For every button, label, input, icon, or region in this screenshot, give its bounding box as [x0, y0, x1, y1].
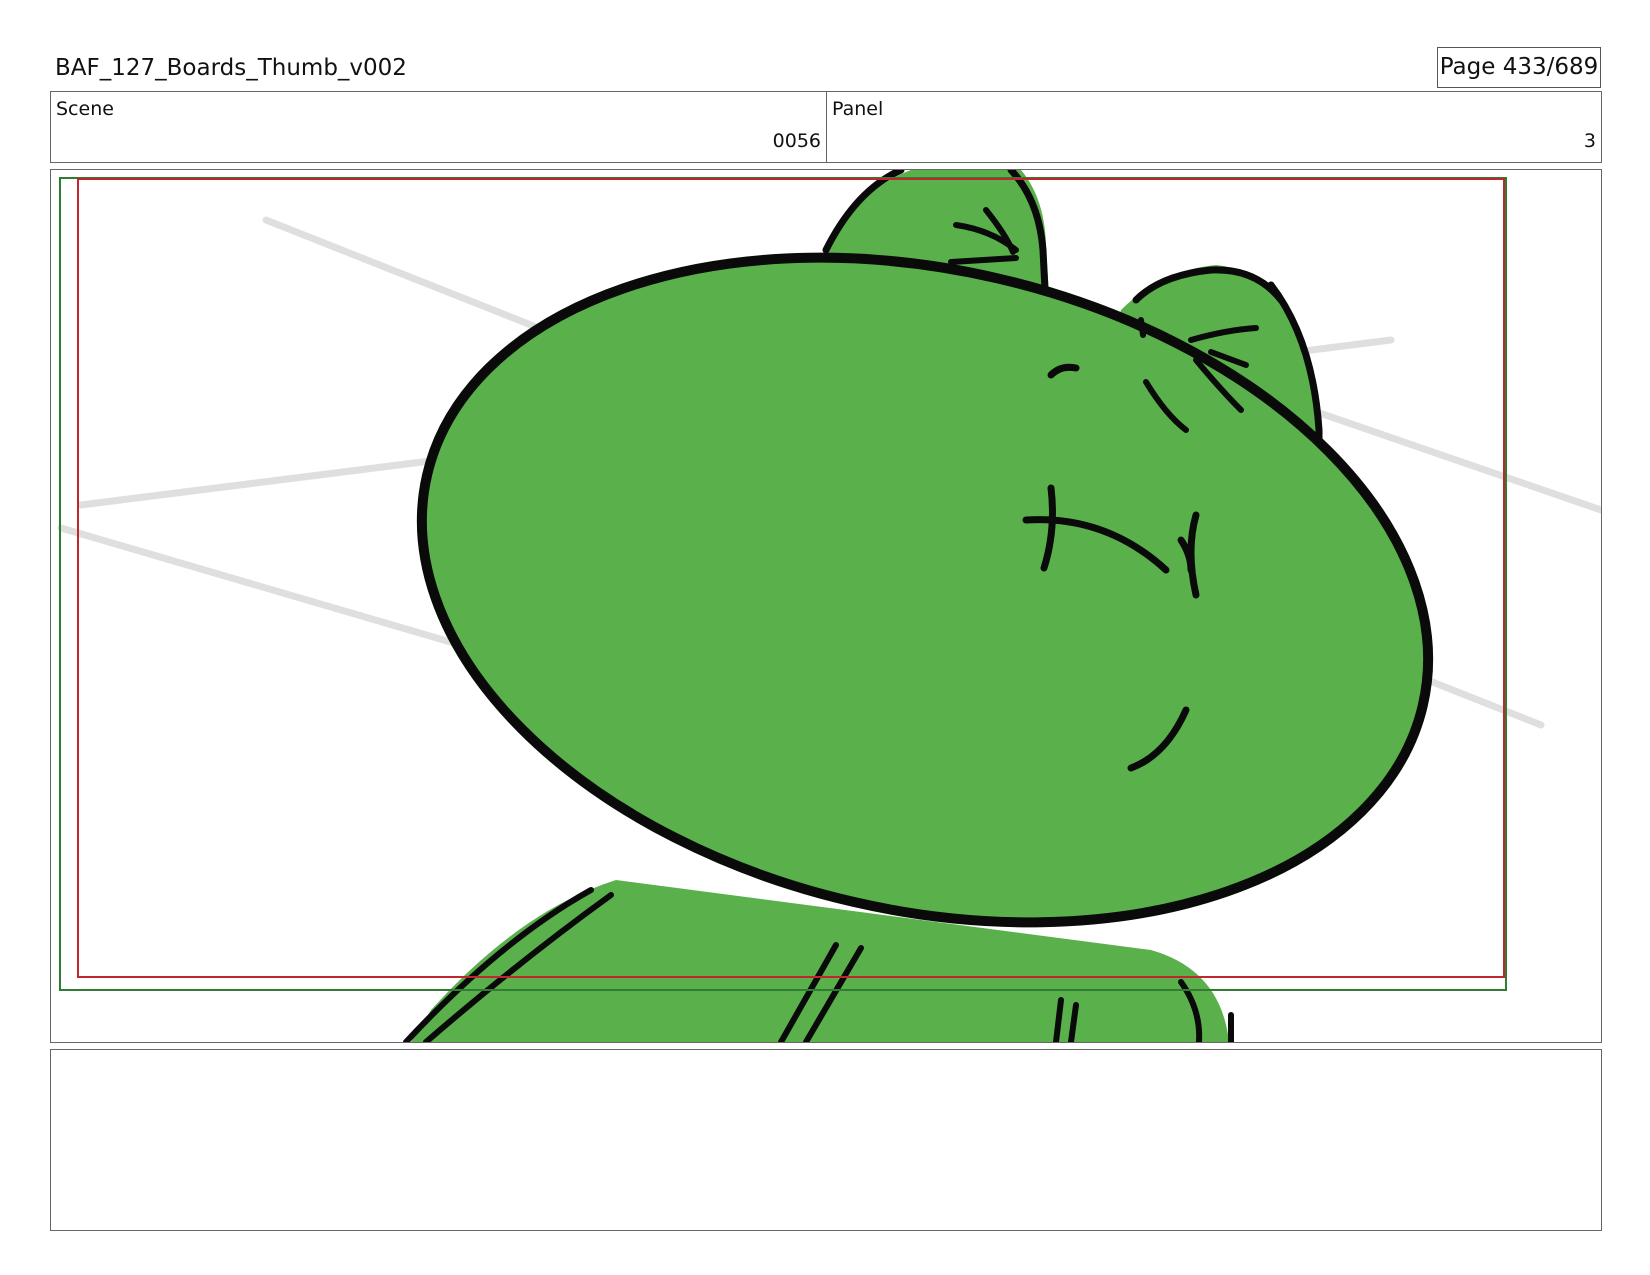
storyboard-frame — [50, 169, 1602, 1043]
panel-label: Panel — [832, 98, 884, 120]
scene-panel-info: Scene 0056 Panel 3 — [50, 91, 1602, 163]
scene-label: Scene — [56, 98, 114, 120]
panel-cell: Panel 3 — [827, 92, 1601, 162]
scene-number: 0056 — [772, 130, 821, 152]
page-indicator: Page 433/689 — [1437, 47, 1601, 88]
document-title: BAF_127_Boards_Thumb_v002 — [55, 55, 407, 81]
storyboard-drawing — [57, 170, 1601, 1042]
scene-cell: Scene 0056 — [51, 92, 827, 162]
panel-number: 3 — [1583, 130, 1596, 152]
character-head — [416, 252, 1434, 928]
notes-area — [50, 1049, 1602, 1231]
